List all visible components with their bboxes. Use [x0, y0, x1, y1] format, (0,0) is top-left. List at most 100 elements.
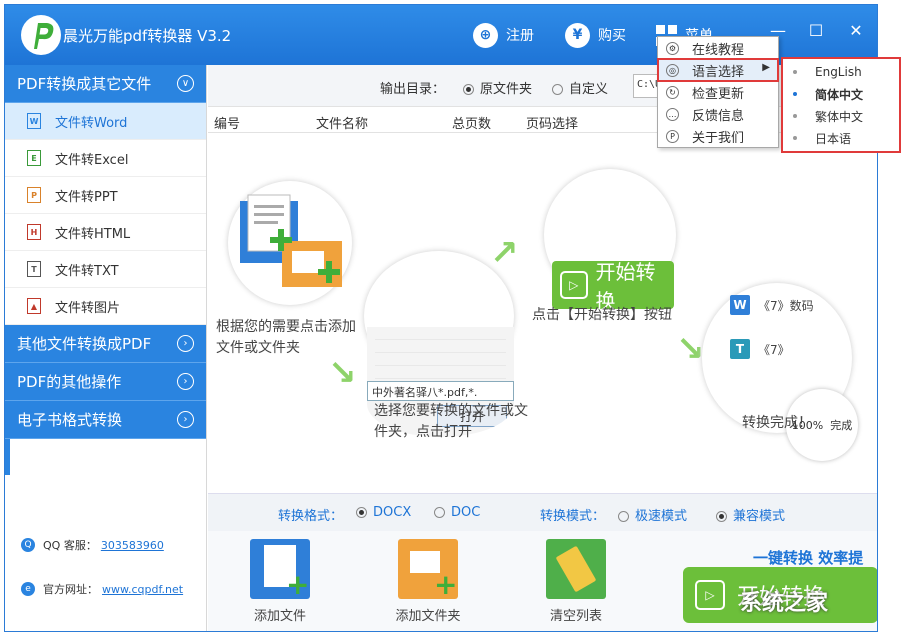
sidebar-item-word[interactable]: W 文件转Word: [5, 103, 206, 140]
sidebar-item-label: 文件转TXT: [55, 263, 119, 279]
mode-label: 转换模式：: [540, 509, 606, 524]
close-button[interactable]: ✕: [845, 21, 867, 40]
menu-item-feedback[interactable]: … 反馈信息: [658, 103, 778, 125]
excel-file-icon: E: [27, 150, 41, 166]
converted-file-1: W 《7》数码: [730, 295, 814, 315]
radio-label: 自定义: [569, 82, 609, 97]
format-bar: 转换格式： DOCX DOC 转换模式： 极速模式 兼容模式: [208, 493, 877, 531]
chevron-right-icon: ›: [177, 373, 194, 390]
site-link[interactable]: www.cqpdf.net: [102, 583, 183, 596]
chevron-down-icon: ∨: [177, 75, 194, 92]
category-ebook[interactable]: 电子书格式转换 ›: [5, 401, 206, 439]
format-doc-radio[interactable]: DOC: [434, 505, 480, 520]
sidebar-item-excel[interactable]: E 文件转Excel: [5, 140, 206, 177]
qq-icon: Q: [21, 538, 35, 552]
submenu-arrow-icon: ▶: [762, 62, 770, 73]
menu-item-language[interactable]: ◎ 语言选择 ▶: [657, 58, 779, 82]
arrow-icon: ↗: [490, 233, 519, 273]
tool-label: 添加文件: [253, 609, 306, 624]
sidebar-item-txt[interactable]: T 文件转TXT: [5, 251, 206, 288]
step2-text: 选择您要转换的文件或文件夹，点击打开: [374, 403, 528, 440]
image-file-icon: ▲: [27, 298, 41, 314]
category-label: 其他文件转换成PDF: [17, 335, 152, 353]
tool-label: 添加文件夹: [395, 609, 461, 624]
step3-text: 点击【开始转换】按钮: [532, 307, 672, 323]
lang-japanese[interactable]: 日本语: [793, 127, 899, 149]
ppt-file-icon: P: [27, 187, 41, 203]
buy-button[interactable]: ¥ 购买: [565, 22, 626, 48]
add-file-illustration-icon: [240, 194, 342, 287]
sidebar-item-label: 文件转Word: [55, 115, 128, 131]
chevron-right-icon: ›: [177, 411, 194, 428]
menu-item-label: 在线教程: [692, 42, 745, 58]
menu-item-about[interactable]: P 关于我们: [658, 125, 778, 147]
sidebar-item-image[interactable]: ▲ 文件转图片: [5, 288, 206, 325]
menu-item-update[interactable]: ↻ 检查更新: [658, 81, 778, 103]
qq-link[interactable]: 303583960: [101, 539, 164, 552]
add-folder-icon: +: [398, 539, 458, 599]
radio-checked-icon: [463, 84, 474, 95]
sidebar-spacer: [5, 439, 206, 475]
output-original-radio[interactable]: 原文件夹: [463, 78, 532, 97]
add-file-button[interactable]: + 添加文件: [240, 539, 320, 624]
progress-text: 完成: [830, 419, 853, 432]
radio-label: DOC: [451, 505, 481, 520]
website: e 官方网址： www.cqpdf.net: [5, 579, 207, 599]
lang-traditional-chinese[interactable]: 繁体中文: [793, 105, 899, 127]
category-label: 电子书格式转换: [17, 411, 123, 429]
radio-label: 原文件夹: [480, 82, 533, 97]
lang-label: 简体中文: [815, 87, 864, 102]
format-docx-radio[interactable]: DOCX: [356, 505, 411, 520]
sidebar: PDF转换成其它文件 ∨ W 文件转Word E 文件转Excel P 文件转P…: [5, 65, 207, 631]
register-button[interactable]: ⊕ 注册: [473, 22, 534, 48]
radio-unchecked-icon: [552, 84, 563, 95]
file-label: 《7》: [758, 342, 790, 357]
app-logo-icon: [21, 15, 61, 55]
sidebar-item-label: 文件转HTML: [55, 226, 131, 242]
menu-item-label: 检查更新: [692, 86, 745, 102]
broom-icon: [546, 539, 606, 599]
html-file-icon: H: [27, 224, 41, 240]
bullet-icon: [793, 70, 797, 74]
refresh-icon: ↻: [666, 85, 679, 99]
clear-list-button[interactable]: 清空列表: [536, 539, 616, 624]
output-custom-radio[interactable]: 自定义: [552, 78, 608, 97]
chat-icon: …: [666, 107, 679, 121]
lang-label: 日本语: [815, 131, 852, 146]
add-folder-button[interactable]: + 添加文件夹: [388, 539, 468, 624]
sidebar-item-ppt[interactable]: P 文件转PPT: [5, 177, 206, 214]
lang-label: EngLish: [815, 65, 862, 79]
gear-icon: ⚙: [666, 41, 679, 55]
lang-english[interactable]: EngLish: [793, 61, 899, 83]
globe-icon: ◎: [666, 63, 679, 77]
maximize-button[interactable]: ☐: [805, 21, 827, 40]
col-pages: 总页数: [452, 117, 492, 132]
menu-item-label: 关于我们: [692, 130, 745, 146]
radio-checked-icon: [716, 511, 727, 522]
mode-fast-radio[interactable]: 极速模式: [618, 505, 687, 524]
category-pdf-other-ops[interactable]: PDF的其他操作 ›: [5, 363, 206, 401]
add-file-icon: +: [250, 539, 310, 599]
step4-text: 转换完成！: [742, 415, 812, 431]
mode-compat-radio[interactable]: 兼容模式: [716, 505, 785, 524]
site-label: 官方网址：: [43, 583, 98, 596]
buy-label: 购买: [598, 28, 626, 44]
radio-checked-icon: [356, 507, 367, 518]
radio-label: 兼容模式: [733, 509, 786, 524]
yen-icon: ¥: [565, 22, 590, 48]
bullet-icon: [793, 136, 797, 140]
play-icon: ▷: [695, 580, 725, 610]
category-other-to-pdf[interactable]: 其他文件转换成PDF ›: [5, 325, 206, 363]
menu-item-tutorial[interactable]: ⚙ 在线教程: [658, 37, 778, 59]
sidebar-item-label: 文件转图片: [55, 300, 121, 316]
language-submenu: EngLish 简体中文 繁体中文 日本语: [781, 57, 901, 153]
category-pdf-to-other[interactable]: PDF转换成其它文件 ∨: [5, 65, 206, 103]
main-menu-dropdown: ⚙ 在线教程 ◎ 语言选择 ▶ ↻ 检查更新 … 反馈信息 P 关于我们: [657, 36, 779, 148]
lang-simplified-chinese[interactable]: 简体中文: [793, 83, 899, 105]
slogan: 一键转换 效率提: [753, 549, 864, 567]
bullet-icon: [793, 114, 797, 118]
converted-file-2: T 《7》: [730, 339, 790, 359]
browser-icon: e: [21, 582, 35, 596]
sidebar-item-html[interactable]: H 文件转HTML: [5, 214, 206, 251]
chevron-right-icon: ›: [177, 335, 194, 352]
